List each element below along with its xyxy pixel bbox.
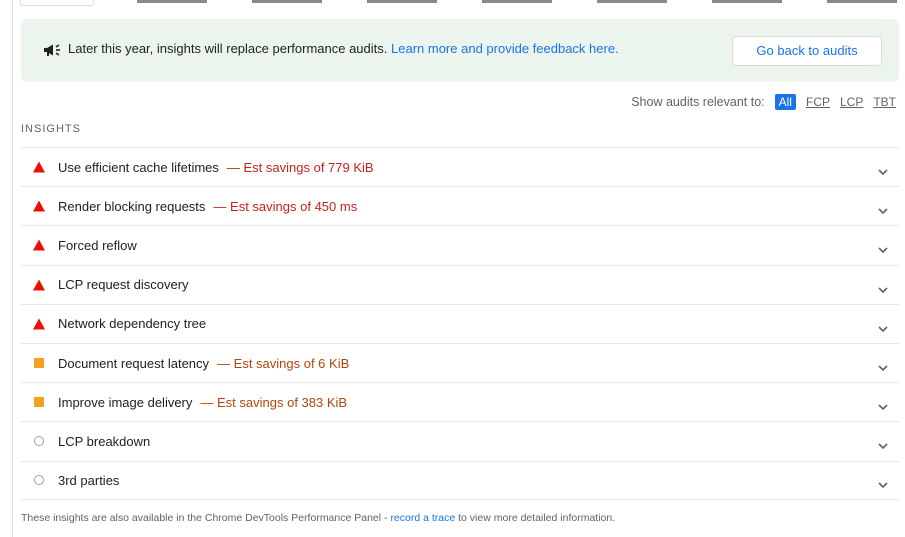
insight-row[interactable]: Use efficient cache lifetimes — Est savin… <box>21 147 899 186</box>
filmstrip-thumb <box>482 0 552 3</box>
insights-heading: INSIGHTS <box>21 123 81 135</box>
fail-triangle-icon <box>33 239 45 251</box>
insights-list: Use efficient cache lifetimes — Est savin… <box>21 147 899 500</box>
insight-label: LCP breakdown <box>58 433 151 449</box>
insight-title: LCP request discovery <box>58 277 189 292</box>
chevron-down-icon[interactable] <box>877 202 889 215</box>
fail-triangle-icon <box>33 161 45 173</box>
insight-title: Forced reflow <box>58 238 137 253</box>
filter-fcp[interactable]: FCP <box>806 95 830 109</box>
banner-text: Later this year, insights will replace p… <box>68 41 388 56</box>
insight-row[interactable]: Render blocking requests — Est savings of… <box>21 186 899 225</box>
info-circle-icon <box>34 475 44 486</box>
insight-label: Forced reflow <box>58 237 137 253</box>
fail-triangle-icon <box>33 279 45 291</box>
chevron-down-icon[interactable] <box>877 437 889 450</box>
insight-label: Render blocking requests <box>58 198 206 214</box>
filter-all[interactable]: All <box>774 94 796 110</box>
filter-tbt[interactable]: TBT <box>873 95 896 109</box>
insight-label: Document request latency <box>58 355 210 371</box>
chevron-down-icon[interactable] <box>877 241 889 254</box>
chevron-down-icon[interactable] <box>877 359 889 372</box>
filmstrip-thumb <box>712 0 782 3</box>
insight-savings: — Est savings of 6 KiB <box>217 355 350 371</box>
footer-text-end: to view more detailed information. <box>455 512 616 524</box>
chevron-down-icon[interactable] <box>877 281 889 293</box>
chevron-down-icon[interactable] <box>877 320 889 332</box>
insight-title: LCP breakdown <box>58 434 150 449</box>
learn-more-link[interactable]: Learn more and provide feedback here. <box>391 41 619 56</box>
insight-row[interactable]: Document request latency — Est savings of… <box>21 342 899 382</box>
insight-row[interactable]: 3rd parties <box>21 460 899 500</box>
insight-title: Document request latency — Est savings of… <box>58 356 349 371</box>
insight-title: Improve image delivery — Est savings of 3… <box>58 395 347 410</box>
insight-row[interactable]: Forced reflow <box>21 225 899 264</box>
insight-label: Use efficient cache lifetimes <box>58 159 219 175</box>
insight-title: 3rd parties <box>58 473 119 488</box>
average-square-icon <box>34 358 44 369</box>
footer-note: These insights are also available in the… <box>21 512 615 524</box>
insight-label: Improve image delivery <box>58 394 193 410</box>
insight-row[interactable]: LCP breakdown <box>21 421 899 460</box>
filmstrip-thumb <box>367 0 437 3</box>
filter-label: Show audits relevant to: <box>631 95 765 109</box>
insight-title: Use efficient cache lifetimes — Est savin… <box>58 160 374 175</box>
insight-row[interactable]: LCP request discovery <box>21 264 899 304</box>
insight-title: Render blocking requests — Est savings of… <box>58 199 357 214</box>
audit-filter: Show audits relevant to: All FCP LCP TBT <box>631 94 896 110</box>
insight-savings: — Est savings of 450 ms <box>213 198 358 214</box>
average-square-icon <box>34 397 44 408</box>
insight-title: Network dependency tree <box>58 316 206 331</box>
chevron-down-icon[interactable] <box>877 398 889 411</box>
insight-label: Network dependency tree <box>58 316 207 332</box>
insight-savings: — Est savings of 383 KiB <box>200 394 348 410</box>
insight-label: 3rd parties <box>58 472 120 488</box>
insight-label: LCP request discovery <box>58 277 189 293</box>
insight-row[interactable]: Improve image delivery — Est savings of 3… <box>21 382 899 421</box>
left-border <box>12 0 13 537</box>
record-trace-link[interactable]: record a trace <box>390 512 455 524</box>
info-circle-icon <box>34 436 44 447</box>
go-back-to-audits-button[interactable]: Go back to audits <box>732 36 882 66</box>
banner-message: Later this year, insights will replace p… <box>68 41 619 56</box>
insight-row[interactable]: Network dependency tree <box>21 303 899 343</box>
footer-text: These insights are also available in the… <box>21 512 391 524</box>
megaphone-icon <box>42 42 64 58</box>
insight-savings: — Est savings of 779 KiB <box>226 159 374 175</box>
chevron-down-icon[interactable] <box>877 476 889 489</box>
filmstrip-thumb <box>597 0 667 3</box>
filmstrip-thumb <box>827 0 897 3</box>
report-tab[interactable] <box>20 0 94 6</box>
filter-lcp[interactable]: LCP <box>840 95 863 109</box>
filmstrip-thumb <box>252 0 322 3</box>
filmstrip-strip <box>20 0 905 8</box>
insights-banner: Later this year, insights will replace p… <box>21 19 899 82</box>
chevron-down-icon[interactable] <box>877 163 889 176</box>
fail-triangle-icon <box>33 318 45 330</box>
filmstrip-thumb <box>137 0 207 3</box>
fail-triangle-icon <box>33 200 45 212</box>
